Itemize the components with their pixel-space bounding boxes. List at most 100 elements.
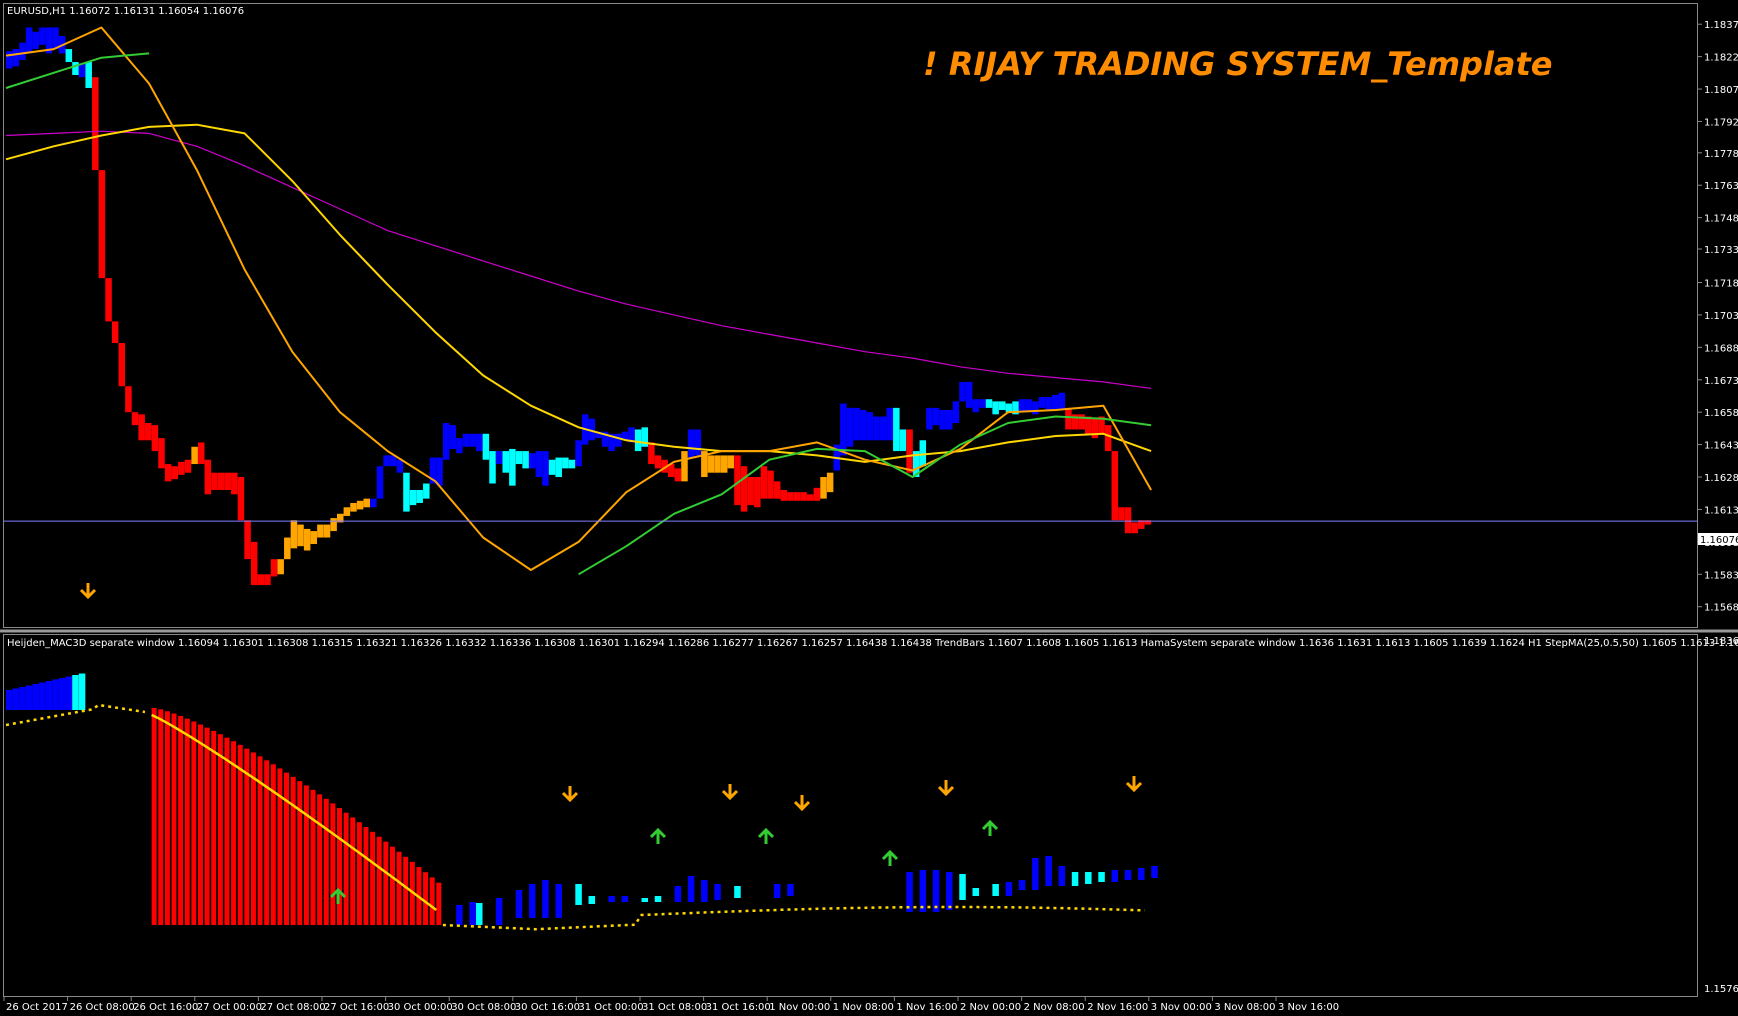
histogram-bar (773, 884, 781, 898)
histogram-bar (356, 822, 362, 925)
histogram-bar (469, 902, 476, 925)
candle-bar (237, 477, 245, 521)
candle-bar (740, 466, 748, 512)
candle-bar (32, 31, 39, 50)
price-tick-label: 1.17030 (1704, 311, 1738, 322)
histogram-bar (317, 794, 323, 925)
time-tick-label: 1 Nov 16:00 (896, 1002, 957, 1013)
indicator-scale-bottom: 1.15767 (1704, 984, 1738, 995)
candle-bar (720, 455, 728, 473)
histogram-bar (701, 880, 708, 902)
candle-bar (1018, 399, 1026, 413)
candle-bar (535, 451, 543, 478)
histogram-bar (1124, 870, 1132, 880)
histogram-bar (946, 872, 953, 910)
candle-bar (1065, 407, 1072, 430)
candle-bar (191, 446, 198, 465)
candle-bar (873, 416, 880, 441)
histogram-bar (376, 836, 382, 925)
histogram-bar (171, 713, 177, 925)
histogram-bar (217, 734, 223, 925)
price-tick-label: 1.17925 (1704, 117, 1738, 128)
histogram-bar (184, 718, 190, 925)
candle-bar (111, 321, 119, 344)
histogram-bar (303, 785, 309, 925)
time-tick-label: 2 Nov 00:00 (960, 1002, 1021, 1013)
price-tick-label: 1.17780 (1704, 149, 1738, 160)
candle-bar (489, 451, 496, 484)
candle-bar (231, 472, 238, 495)
histogram-bar (476, 903, 483, 925)
candle-bar (6, 51, 13, 69)
histogram-bar (204, 727, 210, 925)
candle-bar (343, 507, 351, 516)
candle-bar (131, 412, 139, 426)
candle-bar (217, 472, 225, 490)
time-tick-label: 3 Nov 00:00 (1151, 1002, 1212, 1013)
histogram-bar (45, 681, 53, 710)
candle-bar (999, 401, 1006, 411)
candle-bar (310, 531, 318, 545)
candle-bar (257, 574, 265, 586)
candle-bar (495, 451, 503, 465)
candle-bar (767, 470, 774, 499)
histogram-bar (515, 890, 523, 918)
histogram-bar (277, 768, 283, 925)
current-price-label: 1.16076 (1700, 535, 1738, 546)
candle-bar (476, 433, 483, 452)
time-tick-label: 2 Nov 16:00 (1087, 1002, 1148, 1013)
time-tick-label: 3 Nov 16:00 (1278, 1002, 1339, 1013)
candle-bar (456, 438, 463, 454)
price-tick-label: 1.17180 (1704, 278, 1738, 289)
chart-title: ! RIJAY TRADING SYSTEM_Template (923, 45, 1553, 83)
candle-bar (290, 520, 298, 549)
histogram-bar (575, 884, 582, 905)
candle-bar (648, 442, 655, 465)
candle-bar (959, 381, 966, 402)
histogram-bar (237, 744, 243, 925)
time-tick-label: 30 Oct 08:00 (451, 1002, 516, 1013)
candle-bar (714, 455, 721, 473)
candle-bar (270, 559, 278, 577)
candle-bar (952, 401, 960, 423)
candle-bar (297, 524, 304, 547)
candle-bar (562, 457, 569, 469)
candle-bar (65, 49, 73, 63)
histogram-bar (687, 876, 695, 902)
histogram-bar (65, 676, 73, 710)
price-tick-label: 1.18075 (1704, 85, 1738, 96)
histogram-bar (1151, 866, 1158, 878)
histogram-bar (456, 905, 463, 925)
chart-canvas[interactable]: 1.18375 1.18225 1.18075 1.17925 1.17780 1.176… (0, 0, 1738, 1016)
candle-bar (939, 410, 946, 430)
candle-bar (204, 459, 212, 495)
price-tick-label: 1.16730 (1704, 376, 1738, 387)
histogram-bar (363, 826, 369, 925)
candle-bar (469, 433, 476, 447)
candle-bar (383, 455, 390, 467)
candle-bar (317, 524, 324, 538)
candle-bar (859, 410, 867, 441)
histogram-bar (1005, 882, 1013, 896)
candle-bar (78, 64, 86, 78)
candle-bar (727, 455, 735, 469)
histogram-bar (403, 856, 409, 925)
candle-bar (992, 401, 999, 415)
candle-bar (972, 399, 980, 413)
candle-bar (965, 381, 973, 408)
candle-bar (284, 537, 291, 560)
histogram-bar (734, 886, 741, 898)
candle-bar (813, 487, 821, 501)
candle-bar (25, 27, 33, 54)
candle-bar (409, 489, 417, 506)
time-tick-label: 27 Oct 16:00 (324, 1002, 389, 1013)
candle-bar (442, 422, 450, 460)
histogram-bar (78, 673, 86, 710)
candle-bar (12, 49, 20, 67)
candle-bar (376, 466, 384, 499)
histogram-bar (323, 798, 329, 925)
time-tick-label: 1 Nov 00:00 (769, 1002, 830, 1013)
candle-bar (615, 433, 622, 447)
candle-bar (138, 414, 145, 441)
price-tick-label: 1.17480 (1704, 214, 1738, 225)
